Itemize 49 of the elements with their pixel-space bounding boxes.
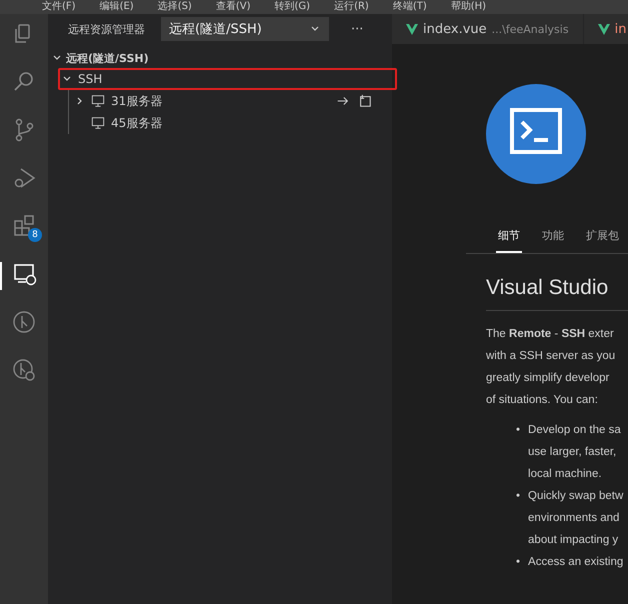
editor-tab[interactable]: index.vue ...\feeAnalysis xyxy=(392,14,584,44)
menu-item[interactable]: 帮助(H) xyxy=(450,2,486,12)
bullet-marker: • xyxy=(516,423,520,438)
vue-icon xyxy=(406,24,418,34)
tree-item[interactable]: 45服务器 xyxy=(69,112,392,134)
tree-label: SSH xyxy=(78,72,102,86)
bullet-marker: • xyxy=(516,555,520,570)
tree-label: 31服务器 xyxy=(111,92,162,110)
tab-filename: index.vue xyxy=(423,22,487,36)
graph-history-icon xyxy=(12,358,36,382)
monitor-icon xyxy=(91,94,105,108)
bullet-marker: • xyxy=(516,489,520,504)
editor-tab[interactable]: in xyxy=(584,14,628,44)
menu-item[interactable]: 文件(F) xyxy=(42,2,76,12)
tab-filename: in xyxy=(614,22,626,36)
new-window-icon[interactable] xyxy=(358,94,372,108)
more-button[interactable]: ··· xyxy=(345,20,370,38)
terminal-logo-icon xyxy=(486,84,586,184)
tab-path: ...\feeAnalysis xyxy=(492,22,569,36)
feature-bullet: Access an existing xyxy=(528,555,624,570)
menu-item[interactable]: 运行(R) xyxy=(334,2,369,12)
arrow-right-icon[interactable] xyxy=(336,94,350,108)
details-tab[interactable]: 功能 xyxy=(540,222,566,253)
menu-item[interactable]: 选择(S) xyxy=(158,2,192,12)
menu-item[interactable]: 查看(V) xyxy=(216,2,250,12)
section-header[interactable]: 远程(隧道/SSH) xyxy=(48,48,392,68)
menu-item[interactable]: 转到(G) xyxy=(274,2,310,12)
graph-circle-icon xyxy=(12,310,36,334)
vue-icon xyxy=(598,24,610,34)
sidebar-title: 远程资源管理器 xyxy=(68,22,145,36)
section-title: 远程(隧道/SSH) xyxy=(66,50,149,66)
tree-item[interactable]: 31服务器 xyxy=(69,90,392,112)
description-paragraph: The Remote - SSH exter with a SSH server as you greatly simplify developr of situations. You can: xyxy=(486,327,616,408)
run-debug-icon xyxy=(12,166,36,190)
details-tab[interactable]: 细节 xyxy=(496,222,522,253)
feature-bullet: Develop on the sa use larger, faster, local machine. xyxy=(528,423,621,482)
count-badge: 8 xyxy=(28,228,42,242)
extension-heading: Visual Studio xyxy=(486,274,628,311)
blocks-icon xyxy=(12,214,36,238)
remote-dropdown[interactable]: 远程(隧道/SSH) xyxy=(161,17,329,41)
tree-label: 45服务器 xyxy=(111,114,162,132)
menu-item[interactable]: 终端(T) xyxy=(392,2,427,12)
feature-bullet: Quickly swap betw environments and about impacting y xyxy=(528,489,624,548)
monitor-icon xyxy=(13,262,37,286)
details-tab[interactable]: 扩展包 xyxy=(584,222,621,253)
menu-item[interactable]: 编辑(E) xyxy=(100,2,134,12)
monitor-icon xyxy=(91,116,105,130)
tree-item[interactable]: SSH xyxy=(58,68,397,90)
activity-item[interactable]: 8 xyxy=(0,214,48,242)
